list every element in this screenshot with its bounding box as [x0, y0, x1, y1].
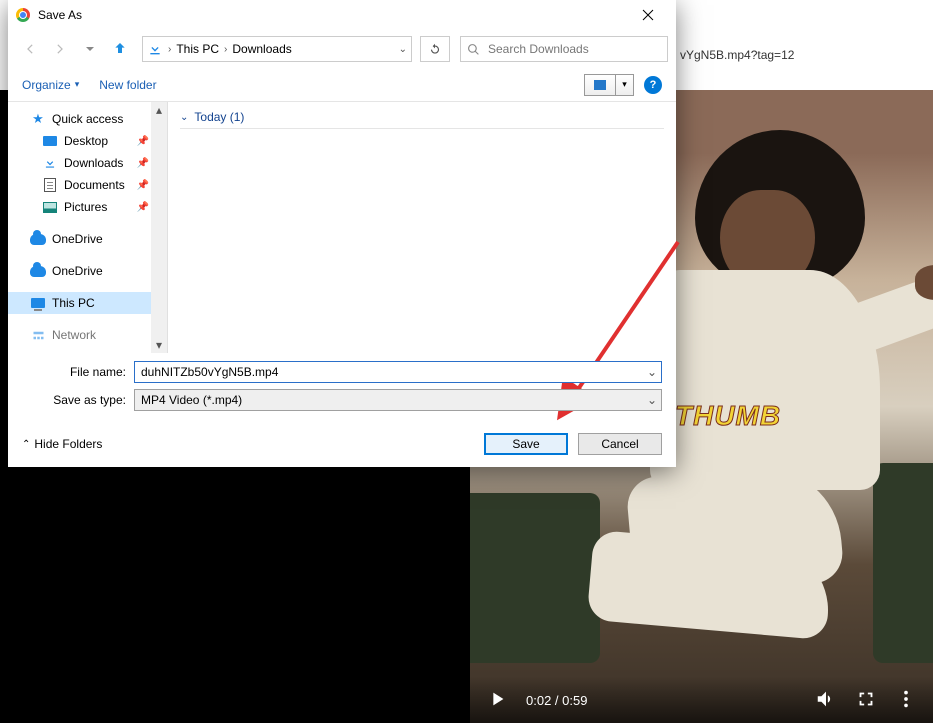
refresh-button[interactable] [420, 36, 450, 62]
chevron-down-icon[interactable]: ⌄ [643, 362, 661, 382]
filename-value: duhNITZb50vYgN5B.mp4 [141, 365, 278, 379]
sidebar-item-documents[interactable]: Documents 📌 [8, 174, 167, 196]
up-button[interactable] [106, 36, 134, 62]
titlebar: Save As [8, 0, 676, 30]
sidebar-item-quick-access[interactable]: ★ Quick access [8, 108, 167, 130]
more-icon[interactable] [895, 688, 917, 713]
chevron-right-icon: › [165, 44, 174, 55]
url-text: vYgN5B.mp4?tag=12 [680, 48, 794, 62]
fullscreen-icon[interactable] [855, 688, 877, 713]
sidebar-item-this-pc[interactable]: This PC [8, 292, 167, 314]
back-button[interactable] [16, 36, 44, 62]
file-list[interactable]: ⌄ Today (1) [168, 102, 676, 353]
sidebar-item-label: OneDrive [52, 232, 103, 246]
chevron-down-icon: ⌄ [180, 112, 188, 123]
forward-button[interactable] [46, 36, 74, 62]
chevron-up-icon: ⌃ [22, 439, 30, 450]
sidebar-item-desktop[interactable]: Desktop 📌 [8, 130, 167, 152]
sidebar-item-label: Pictures [64, 200, 107, 214]
sidebar-item-onedrive[interactable]: OneDrive [8, 228, 167, 250]
cancel-button[interactable]: Cancel [578, 433, 662, 455]
chevron-down-icon: ▾ [75, 79, 80, 90]
play-icon[interactable] [486, 688, 508, 713]
download-icon [42, 155, 58, 171]
search-input[interactable]: Search Downloads [460, 36, 668, 62]
filename-input[interactable]: duhNITZb50vYgN5B.mp4 ⌄ [134, 361, 662, 383]
crumb-this-pc[interactable]: This PC [176, 42, 219, 56]
hide-folders-toggle[interactable]: ⌃ Hide Folders [22, 437, 102, 451]
new-folder-button[interactable]: New folder [99, 78, 156, 92]
cloud-icon [30, 263, 46, 279]
video-caption: THUMB [675, 400, 933, 440]
group-header-today[interactable]: ⌄ Today (1) [180, 110, 664, 124]
organize-label: Organize [22, 78, 71, 92]
close-button[interactable] [628, 0, 668, 30]
address-bar-fragment[interactable]: vYgN5B.mp4?tag=12 [680, 42, 921, 68]
pin-icon: 📌 [137, 202, 149, 213]
sidebar-item-label: OneDrive [52, 264, 103, 278]
pin-icon: 📌 [137, 158, 149, 169]
view-mode-dropdown[interactable]: ▾ [616, 74, 634, 96]
search-icon [467, 43, 480, 56]
sidebar-item-label: Quick access [52, 112, 123, 126]
sidebar-item-network[interactable]: Network [8, 324, 167, 346]
video-time: 0:02 / 0:59 [526, 693, 587, 708]
picture-icon [42, 199, 58, 215]
group-header-label: Today (1) [194, 110, 244, 124]
divider [180, 128, 664, 129]
crumb-downloads[interactable]: Downloads [232, 42, 291, 56]
sidebar-item-label: This PC [52, 296, 95, 310]
filename-label: File name: [22, 365, 126, 379]
dialog-footer: File name: duhNITZb50vYgN5B.mp4 ⌄ Save a… [8, 353, 676, 467]
view-mode-button[interactable] [584, 74, 616, 96]
sidebar-item-onedrive[interactable]: OneDrive [8, 260, 167, 282]
sidebar-item-pictures[interactable]: Pictures 📌 [8, 196, 167, 218]
save-type-combo[interactable]: MP4 Video (*.mp4) ⌄ [134, 389, 662, 411]
dialog-title: Save As [38, 8, 82, 22]
search-placeholder: Search Downloads [488, 42, 589, 56]
sidebar-item-label: Documents [64, 178, 125, 192]
save-as-dialog: Save As › This PC › Downloads ⌄ Search D… [8, 0, 676, 467]
help-icon[interactable]: ? [644, 76, 662, 94]
chevron-right-icon: › [221, 44, 230, 55]
sidebar-item-label: Downloads [64, 156, 123, 170]
pin-icon: 📌 [137, 180, 149, 191]
sidebar-item-label: Network [52, 328, 96, 342]
chrome-icon [16, 8, 30, 22]
cloud-icon [30, 231, 46, 247]
volume-icon[interactable] [815, 688, 837, 713]
toolbar: Organize ▾ New folder ▾ ? [8, 68, 676, 102]
sidebar-scrollbar[interactable]: ▴ ▾ [151, 102, 167, 353]
video-controls: 0:02 / 0:59 [470, 677, 933, 723]
network-icon [30, 327, 46, 343]
save-type-value: MP4 Video (*.mp4) [141, 393, 242, 407]
pc-icon [30, 295, 46, 311]
recent-dropdown[interactable] [76, 36, 104, 62]
document-icon [42, 177, 58, 193]
organize-menu[interactable]: Organize ▾ [22, 78, 79, 92]
chevron-down-icon[interactable]: ⌄ [643, 390, 661, 410]
save-type-label: Save as type: [22, 393, 126, 407]
desktop-icon [42, 133, 58, 149]
scroll-up-icon[interactable]: ▴ [151, 102, 167, 118]
star-icon: ★ [30, 111, 46, 127]
scroll-down-icon[interactable]: ▾ [151, 337, 167, 353]
breadcrumb[interactable]: › This PC › Downloads ⌄ [142, 36, 412, 62]
chevron-down-icon[interactable]: ⌄ [399, 44, 407, 55]
sidebar-item-downloads[interactable]: Downloads 📌 [8, 152, 167, 174]
save-button[interactable]: Save [484, 433, 568, 455]
hide-folders-label: Hide Folders [34, 437, 102, 451]
pin-icon: 📌 [137, 136, 149, 147]
chair-left [470, 493, 600, 663]
sidebar-item-label: Desktop [64, 134, 108, 148]
download-icon [147, 41, 163, 57]
nav-row: › This PC › Downloads ⌄ Search Downloads [8, 30, 676, 68]
nav-sidebar: ★ Quick access Desktop 📌 Downloads 📌 Doc… [8, 102, 168, 353]
